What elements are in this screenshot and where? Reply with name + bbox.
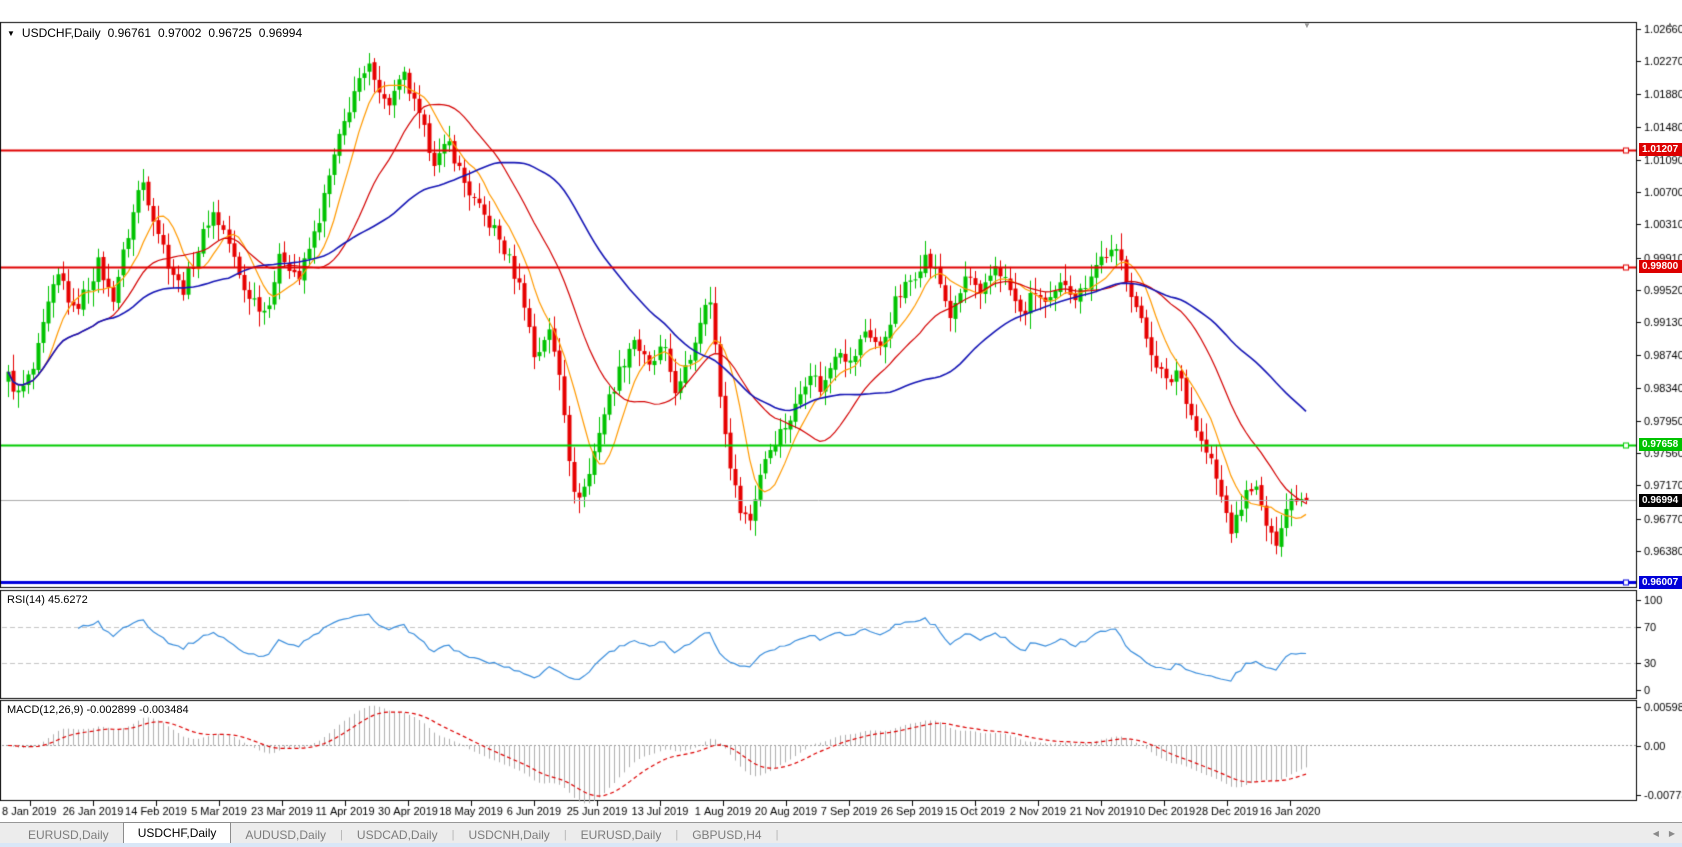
chart-ohlc-display: ▼ USDCHF,Daily 0.96761 0.97002 0.96725 0… bbox=[7, 26, 302, 40]
bottom-strip bbox=[0, 843, 1682, 847]
chart-tab-usdcnh-daily[interactable]: USDCNH,Daily bbox=[454, 826, 563, 843]
ohlc-toggle-icon[interactable]: ▼ bbox=[7, 29, 15, 38]
macd-indicator-label: MACD(12,26,9) -0.002899 -0.003484 bbox=[7, 704, 189, 716]
tab-scroll-buttons: ◀ ▶ bbox=[1653, 829, 1675, 838]
ohlc-close-value: 0.96994 bbox=[259, 26, 302, 40]
price-tag-support-line: 0.96007 bbox=[1639, 576, 1682, 589]
rsi-indicator-label: RSI(14) 45.6272 bbox=[7, 594, 88, 606]
chart-tab-audusd-daily[interactable]: AUDUSD,Daily bbox=[231, 826, 340, 843]
axis-scroll-up-icon[interactable]: ▲ bbox=[1666, 20, 1674, 29]
price-tag-resistance-line: 0.99800 bbox=[1639, 260, 1682, 273]
tab-scroll-left-icon[interactable]: ◀ bbox=[1653, 829, 1659, 838]
chart-tab-eurusd-daily[interactable]: EURUSD,Daily bbox=[567, 826, 676, 843]
ohlc-high-value: 0.97002 bbox=[158, 26, 201, 40]
chart-shift-marker-icon[interactable]: ▼ bbox=[1303, 21, 1311, 30]
chart-tab-bar: EURUSD,DailyUSDCHF,DailyAUDUSD,Daily|USD… bbox=[0, 822, 1682, 843]
price-tag-resistance-line: 1.01207 bbox=[1639, 143, 1682, 156]
tab-separator: | bbox=[776, 826, 779, 843]
tab-scroll-right-icon[interactable]: ▶ bbox=[1669, 829, 1675, 838]
chart-tab-eurusd-daily[interactable]: EURUSD,Daily bbox=[14, 826, 123, 843]
chart-symbol-label: USDCHF,Daily bbox=[22, 26, 101, 40]
chart-tab-usdchf-daily[interactable]: USDCHF,Daily bbox=[123, 822, 232, 843]
price-tag-support-line: 0.97658 bbox=[1639, 438, 1682, 451]
ohlc-open-value: 0.96761 bbox=[108, 26, 151, 40]
chart-tab-gbpusd-h4[interactable]: GBPUSD,H4 bbox=[678, 826, 775, 843]
chart-tab-usdcad-daily[interactable]: USDCAD,Daily bbox=[343, 826, 452, 843]
trading-terminal: T ▼ M1M5M15M30H1H4D1W1MN ▼ USDCHF,Daily … bbox=[0, 0, 1682, 847]
price-tag-current-price: 0.96994 bbox=[1639, 494, 1682, 507]
ohlc-low-value: 0.96725 bbox=[208, 26, 251, 40]
price-chart-canvas[interactable] bbox=[0, 0, 1682, 847]
